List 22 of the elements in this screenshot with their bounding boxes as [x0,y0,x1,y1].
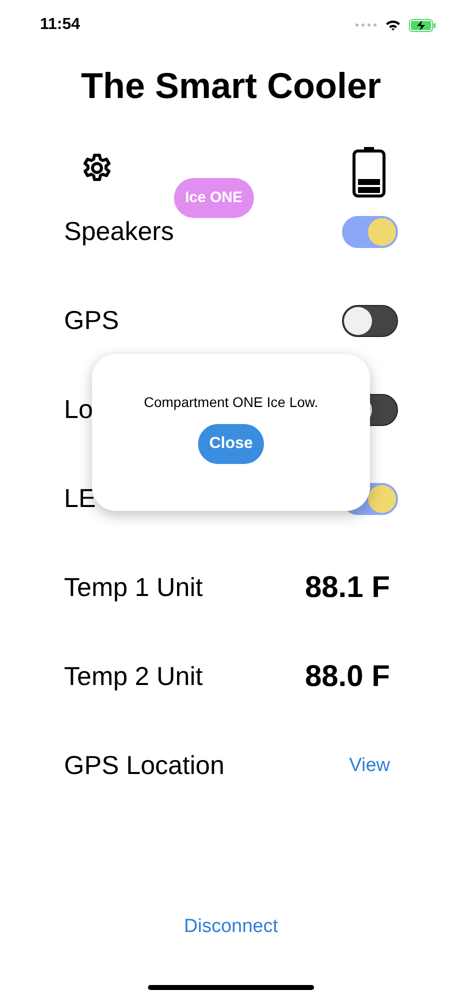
setting-label: Speakers [64,216,174,247]
battery-low-icon [352,146,386,198]
temperature-value: 88.1 F [304,570,390,604]
toggle-switch[interactable] [342,304,398,336]
setting-label: LE [64,483,96,514]
ice-badge: Ice ONE [174,178,254,218]
setting-label: GPS Location [64,750,224,781]
temperature-value: 88.0 F [304,660,390,694]
app-title: The Smart Cooler [80,64,382,108]
signal-icon [355,23,377,27]
setting-label: GPS [64,305,119,336]
toggle-switch[interactable] [342,216,398,248]
setting-label: Lo [64,394,93,425]
battery-charging-icon [409,18,436,32]
disconnect-link[interactable]: Disconnect [184,916,278,938]
setting-label: Temp 2 Unit [64,661,203,692]
alert-message: Compartment ONE Ice Low. [144,394,318,410]
status-time: 11:54 [40,16,80,34]
wifi-icon [385,19,401,31]
setting-label: Temp 1 Unit [64,572,203,603]
close-button[interactable]: Close [198,424,264,464]
view-link[interactable]: View [349,754,390,776]
